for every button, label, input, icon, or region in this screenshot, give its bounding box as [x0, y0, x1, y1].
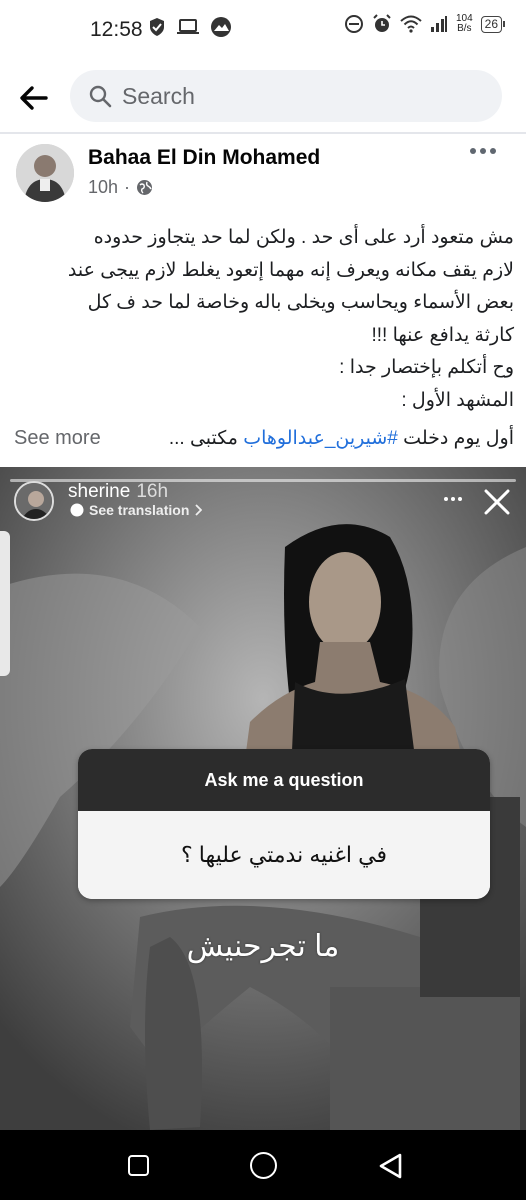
nav-home-icon[interactable] [250, 1152, 277, 1179]
more-icon[interactable] [470, 148, 496, 154]
translate-icon [70, 503, 84, 517]
network-speed: 104 B/s [456, 14, 473, 34]
edge-panel-handle[interactable] [0, 531, 10, 676]
story-username[interactable]: sherine 16h [68, 481, 168, 503]
nav-back-icon[interactable] [376, 1152, 404, 1180]
network-speed-unit: B/s [457, 23, 472, 34]
status-time: 12:58 [90, 18, 143, 41]
post-last-line-text: أول يوم دخلت #شيرين_عبدالوهاب مكتبى ... [169, 427, 514, 450]
shield-icon [150, 18, 164, 36]
battery-indicator: 26 [480, 15, 506, 33]
see-translation-label: See translation [89, 502, 190, 518]
see-more-link[interactable]: See more [14, 427, 101, 450]
post-line: بعض الأسماء ويحاسب ويخلى باله وخاصة لما … [87, 292, 514, 313]
laptop-icon [177, 19, 199, 34]
story-image[interactable]: sherine 16h See translation Ask me a ques… [0, 467, 526, 1130]
post-line: وح أتكلم بإختصار جدا : [339, 357, 514, 378]
answer-text: ما تجرحنيش [186, 930, 340, 963]
post-line: المشهد الأول : [401, 389, 514, 411]
see-translation-link[interactable]: See translation [70, 502, 203, 518]
status-bar: 12:58 104 B/s 26 [0, 0, 526, 62]
navigation-bar [0, 1130, 526, 1200]
gallery-icon [211, 17, 231, 37]
search-header: Search [0, 62, 526, 132]
question-text: في اغنيه ندمتي عليها ؟ [78, 811, 490, 899]
story-avatar[interactable] [14, 481, 54, 521]
author-avatar[interactable] [16, 144, 74, 202]
avatar-image [16, 144, 74, 202]
post-author[interactable]: Bahaa El Din Mohamed [88, 146, 320, 170]
story-username-text: sherine [68, 481, 131, 502]
search-icon [89, 85, 112, 108]
nav-recents-icon[interactable] [128, 1155, 149, 1176]
question-sticker: Ask me a question في اغنيه ندمتي عليها ؟ [78, 749, 490, 899]
close-icon[interactable] [482, 487, 512, 517]
post-line-end: مكتبى ... [168, 427, 238, 449]
back-arrow-icon[interactable] [16, 80, 52, 116]
story-time: 16h [136, 481, 169, 502]
post-time[interactable]: 10h [88, 177, 118, 198]
story-more-icon[interactable] [444, 497, 462, 501]
wifi-icon [400, 15, 422, 33]
meta-dot: · [124, 177, 131, 197]
post-line: مش متعود أرد على أى حد . ولكن لما حد يتج… [93, 227, 514, 248]
alarm-icon [373, 14, 391, 32]
post-line-start: أول يوم دخلت [403, 427, 514, 449]
status-right-icons: 104 B/s 26 [344, 14, 506, 34]
post-line: كارثة يدافع عنها !!! [371, 324, 514, 346]
post-line: لازم يقف مكانه ويعرف إنه مهما إتعود يغلط… [67, 259, 514, 281]
hashtag-link[interactable]: #شيرين_عبدالوهاب [243, 428, 398, 449]
signal-icon [430, 16, 447, 32]
search-placeholder: Search [122, 82, 195, 109]
globe-icon [137, 180, 153, 195]
header-divider [0, 132, 526, 134]
question-title: Ask me a question [78, 749, 490, 811]
post-body: مش متعود أرد على أى حد . ولكن لما حد يتج… [14, 222, 514, 417]
status-left-icons [148, 16, 232, 38]
search-input[interactable]: Search [70, 70, 502, 122]
post-last-line: See more أول يوم دخلت #شيرين_عبدالوهاب م… [14, 420, 514, 456]
do-not-disturb-icon [344, 15, 363, 33]
post-meta: 10h · [88, 177, 153, 198]
chevron-right-icon [195, 504, 203, 516]
